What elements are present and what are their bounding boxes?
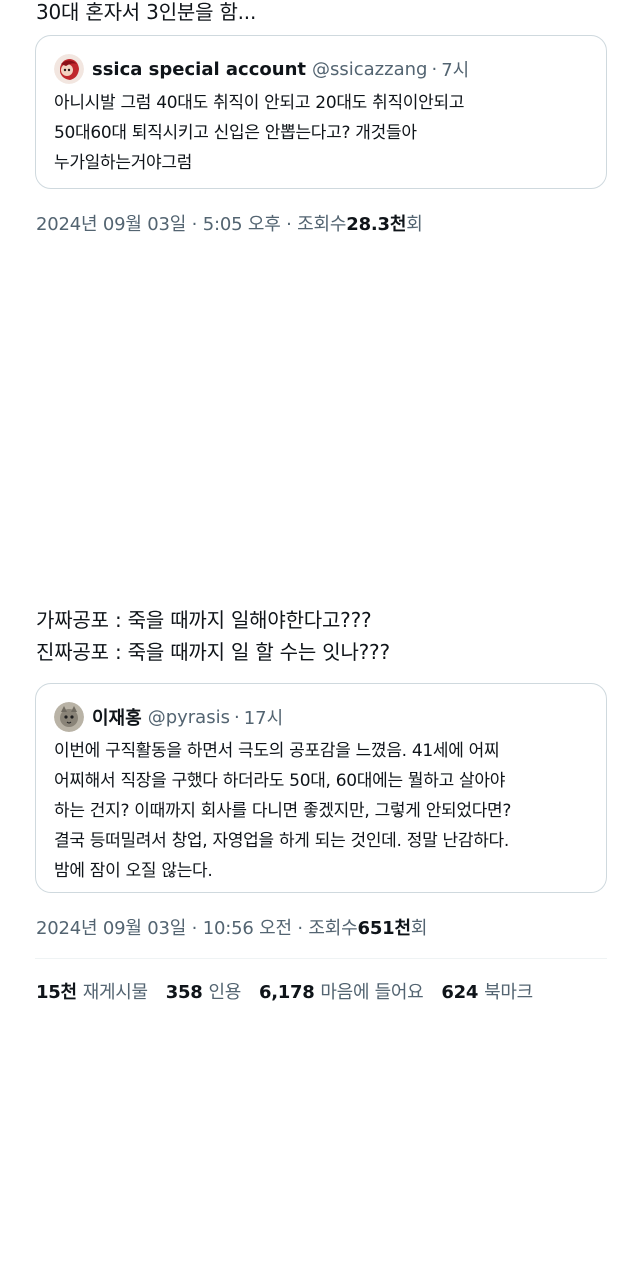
quote1-line: 아니시발 그럼 40대도 취직이 안되고 20대도 취직이안되고 <box>54 93 465 113</box>
meta-separator: · <box>191 918 203 939</box>
avatar[interactable] <box>54 54 84 84</box>
quotes-stat[interactable]: 358 인용 <box>165 978 242 1004</box>
tweet1-views-count[interactable]: 28.3천 <box>346 214 406 235</box>
avatar[interactable] <box>54 702 84 732</box>
stats-divider <box>35 958 607 959</box>
tweet2-views-label: 조회수 <box>308 918 358 939</box>
engagement-stats: 15천 재게시물 358 인용 6,178 마음에 들어요 624 북마크 <box>36 978 551 1004</box>
bookmarks-count: 624 <box>441 982 479 1003</box>
tweet2-text-line: 가짜공포 : 죽을 때까지 일해야한다고??? <box>36 608 372 632</box>
quotes-label: 인용 <box>208 982 241 1003</box>
quote2-line: 이번에 구직활동을 하면서 극도의 공포감을 느꼈음. 41세에 어찌 <box>54 741 500 761</box>
meta-separator: · <box>286 214 298 235</box>
tweet1-time[interactable]: 5:05 오후 <box>203 214 281 235</box>
quote2-line: 하는 건지? 이때까지 회사를 다니면 좋겠지만, 그렇게 안되었다면? <box>54 801 512 821</box>
quote1-separator: · <box>431 58 438 80</box>
tweet2-time[interactable]: 10:56 오전 <box>203 918 292 939</box>
meta-separator: · <box>297 918 309 939</box>
quoted-tweet-1[interactable]: ssica special account @ssicazzang · 7시 아… <box>35 35 607 189</box>
quoted-tweet-2[interactable]: 이재홍 @pyrasis · 17시 이번에 구직활동을 하면서 극도의 공포감… <box>35 683 607 893</box>
quote1-author-handle[interactable]: @ssicazzang <box>312 59 427 80</box>
likes-stat[interactable]: 6,178 마음에 들어요 <box>258 978 424 1004</box>
quote1-header: ssica special account @ssicazzang · 7시 <box>54 53 469 85</box>
quote2-line: 결국 등떠밀려서 창업, 자영업을 하게 되는 것인데. 정말 난감하다. <box>54 831 509 851</box>
quote2-line: 어찌해서 직장을 구했다 하더라도 50대, 60대에는 뭘하고 살아야 <box>54 771 506 791</box>
reposts-label: 재게시물 <box>82 982 148 1003</box>
quote2-line: 밤에 잠이 오질 않는다. <box>54 861 213 881</box>
quote2-body: 이번에 구직활동을 하면서 극도의 공포감을 느꼈음. 41세에 어찌 어찌해서… <box>54 736 594 886</box>
tweet1-text-line: 30대 혼자서 3인분을 함... <box>36 0 257 24</box>
likes-label: 마음에 들어요 <box>320 982 424 1003</box>
quote1-line: 50대60대 퇴직시키고 신입은 안뽑는다고? 개것들아 <box>54 123 417 143</box>
bookmarks-stat[interactable]: 624 북마크 <box>441 978 533 1004</box>
quote2-time[interactable]: 17시 <box>244 704 283 730</box>
tweet1-views-label: 조회수 <box>297 214 347 235</box>
likes-count: 6,178 <box>258 982 315 1003</box>
tweet1-date[interactable]: 2024년 09월 03일 <box>36 214 186 235</box>
quote1-body: 아니시발 그럼 40대도 취직이 안되고 20대도 취직이안되고 50대60대 … <box>54 88 594 178</box>
quote1-line: 누가일하는거야그럼 <box>54 153 193 173</box>
tweet2-views-count[interactable]: 651천 <box>358 918 412 939</box>
tweet1-views-suffix: 회 <box>406 214 423 235</box>
quote1-author-name[interactable]: ssica special account <box>92 59 306 80</box>
bookmarks-label: 북마크 <box>484 982 533 1003</box>
quote2-header: 이재홍 @pyrasis · 17시 <box>54 701 283 733</box>
tweet2-date[interactable]: 2024년 09월 03일 <box>36 918 186 939</box>
tweet2-text-line: 진짜공포 : 죽을 때까지 일 할 수는 잇나??? <box>36 640 390 664</box>
quote2-author-handle[interactable]: @pyrasis <box>148 707 230 728</box>
tweet1-meta: 2024년 09월 03일 · 5:05 오후 · 조회수28.3천회 <box>36 210 423 236</box>
quote1-time[interactable]: 7시 <box>441 56 469 82</box>
quote2-separator: · <box>233 706 240 728</box>
reposts-stat[interactable]: 15천 재게시물 <box>36 978 148 1004</box>
reposts-count: 15천 <box>36 982 77 1003</box>
meta-separator: · <box>191 214 203 235</box>
tweet1-text: 30대 혼자서 3인분을 함... <box>36 0 256 28</box>
quotes-count: 358 <box>165 982 203 1003</box>
tweet2-meta: 2024년 09월 03일 · 10:56 오전 · 조회수651천회 <box>36 914 427 940</box>
tweet2-views-suffix: 회 <box>410 918 428 939</box>
quote2-author-name[interactable]: 이재홍 <box>92 704 142 730</box>
tweet-screenshot: 30대 혼자서 3인분을 함... ssica special account … <box>0 0 640 1280</box>
tweet2-text: 가짜공포 : 죽을 때까지 일해야한다고??? 진짜공포 : 죽을 때까지 일 … <box>36 604 390 668</box>
